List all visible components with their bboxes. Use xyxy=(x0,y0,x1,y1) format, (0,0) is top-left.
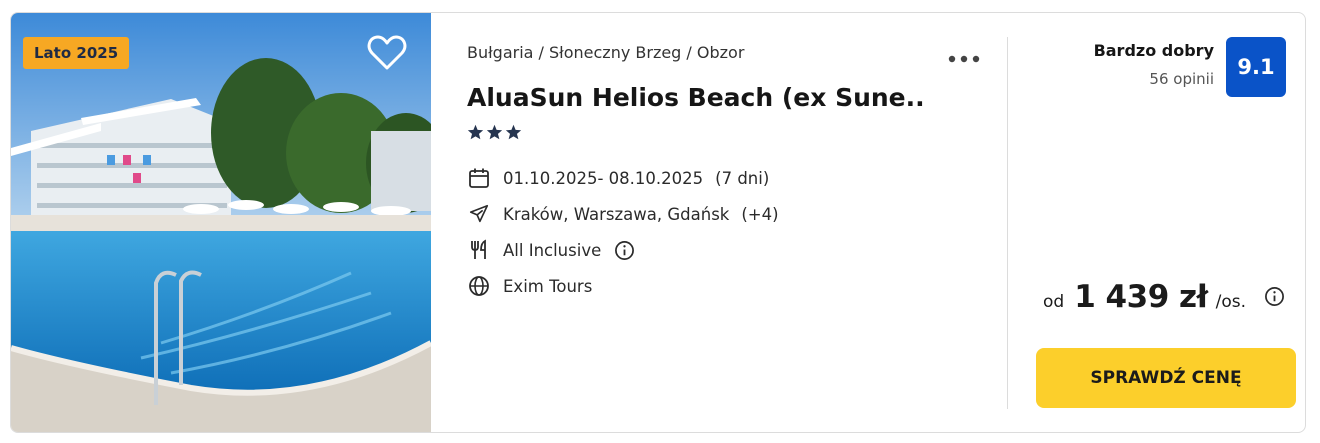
favorite-button[interactable] xyxy=(367,35,407,71)
more-dots-icon xyxy=(948,55,980,63)
offer-card[interactable]: Lato 2025 Bułgaria / Słoneczny Brzeg / O… xyxy=(10,12,1306,433)
globe-icon xyxy=(467,274,491,298)
price-prefix: od xyxy=(1042,292,1065,312)
departures-row: Kraków, Warszawa, Gdańsk (+4) xyxy=(467,201,779,227)
dates-row: 01.10.2025- 08.10.2025 (7 dni) xyxy=(467,165,769,191)
hotel-name[interactable]: AluaSun Helios Beach (ex Sune... xyxy=(467,83,927,112)
more-options-button[interactable] xyxy=(947,49,981,63)
board-row: All Inclusive xyxy=(467,237,635,263)
departures-more[interactable]: (+4) xyxy=(741,205,778,224)
check-price-button[interactable]: SPRAWDŹ CENĘ xyxy=(1036,348,1296,408)
star-icon xyxy=(505,124,522,140)
rating-score-badge: 9.1 xyxy=(1226,37,1286,97)
cutlery-icon xyxy=(467,238,491,262)
hotel-stars xyxy=(467,124,522,140)
star-icon xyxy=(467,124,484,140)
price-column: Bardzo dobry 56 opinii 9.1 od 1 439 zł /… xyxy=(1008,13,1305,432)
departures-text: Kraków, Warszawa, Gdańsk xyxy=(503,204,730,224)
info-icon[interactable] xyxy=(613,239,635,261)
duration-text: (7 dni) xyxy=(715,168,770,188)
hotel-photo[interactable]: Lato 2025 xyxy=(11,13,431,432)
dates-text: 01.10.2025- 08.10.2025 xyxy=(503,168,704,188)
hotel-photo-image xyxy=(11,13,431,432)
calendar-icon xyxy=(467,166,491,190)
price-amount: 1 439 zł xyxy=(1074,279,1208,315)
price-line: od 1 439 zł /os. xyxy=(1043,279,1286,315)
heart-outline-icon xyxy=(367,35,407,70)
price-suffix: /os. xyxy=(1215,292,1246,312)
reviews-count[interactable]: 56 opinii xyxy=(1149,70,1214,88)
location-breadcrumb[interactable]: Bułgaria / Słoneczny Brzeg / Obzor xyxy=(467,43,744,62)
rating-label: Bardzo dobry xyxy=(1093,41,1214,60)
price-info-icon[interactable] xyxy=(1264,286,1286,308)
season-badge: Lato 2025 xyxy=(23,37,130,69)
offer-info: Bułgaria / Słoneczny Brzeg / Obzor AluaS… xyxy=(431,13,1007,432)
star-icon xyxy=(486,124,503,140)
operator-text: Exim Tours xyxy=(503,276,593,296)
operator-row: Exim Tours xyxy=(467,273,592,299)
board-text: All Inclusive xyxy=(503,240,602,260)
plane-icon xyxy=(467,202,491,226)
